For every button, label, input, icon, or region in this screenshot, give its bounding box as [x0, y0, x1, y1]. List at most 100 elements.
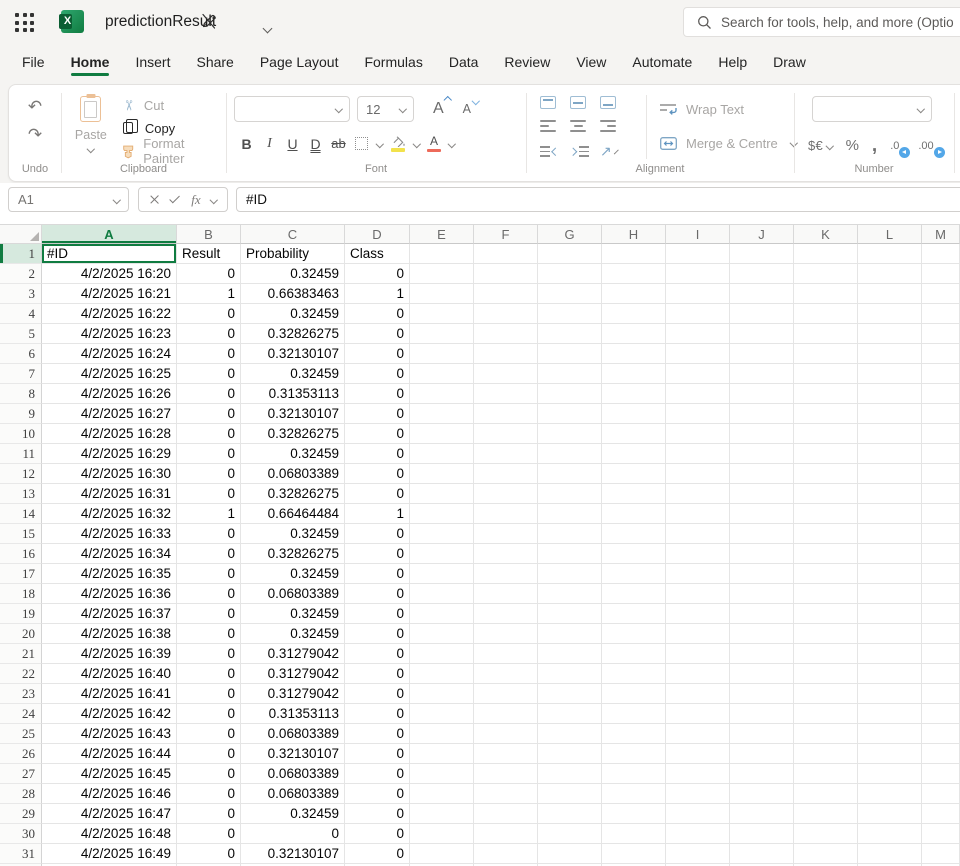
text-orientation-button[interactable]: ↗ — [600, 143, 616, 160]
cell-C16[interactable]: 0.32826275 — [241, 544, 345, 564]
cell-B3[interactable]: 1 — [177, 284, 241, 304]
cut-button[interactable]: ✂ Cut — [121, 97, 226, 113]
cell-M8[interactable] — [922, 384, 960, 404]
decrease-font-size-button[interactable]: A — [463, 100, 471, 118]
cell-M4[interactable] — [922, 304, 960, 324]
cell-I16[interactable] — [666, 544, 730, 564]
cell-K20[interactable] — [794, 624, 858, 644]
cell-A11[interactable]: 4/2/2025 16:29 — [42, 444, 177, 464]
cell-I6[interactable] — [666, 344, 730, 364]
row-number-18[interactable]: 18 — [0, 584, 42, 604]
cell-E15[interactable] — [410, 524, 474, 544]
cell-E10[interactable] — [410, 424, 474, 444]
select-all-corner[interactable] — [0, 224, 42, 244]
cell-L28[interactable] — [858, 784, 922, 804]
cell-E31[interactable] — [410, 844, 474, 864]
cell-C2[interactable]: 0.32459 — [241, 264, 345, 284]
cell-H28[interactable] — [602, 784, 666, 804]
cell-H25[interactable] — [602, 724, 666, 744]
cell-J3[interactable] — [730, 284, 794, 304]
cell-B12[interactable]: 0 — [177, 464, 241, 484]
align-bottom-button[interactable] — [600, 96, 616, 109]
cell-L27[interactable] — [858, 764, 922, 784]
cell-I28[interactable] — [666, 784, 730, 804]
cell-G29[interactable] — [538, 804, 602, 824]
cell-M20[interactable] — [922, 624, 960, 644]
cell-M16[interactable] — [922, 544, 960, 564]
cell-C3[interactable]: 0.66383463 — [241, 284, 345, 304]
cell-F6[interactable] — [474, 344, 538, 364]
cell-B17[interactable]: 0 — [177, 564, 241, 584]
cell-J30[interactable] — [730, 824, 794, 844]
cell-J26[interactable] — [730, 744, 794, 764]
cell-K16[interactable] — [794, 544, 858, 564]
row-number-26[interactable]: 26 — [0, 744, 42, 764]
row-number-24[interactable]: 24 — [0, 704, 42, 724]
cell-M13[interactable] — [922, 484, 960, 504]
cell-D9[interactable]: 0 — [345, 404, 410, 424]
cell-J18[interactable] — [730, 584, 794, 604]
cell-H16[interactable] — [602, 544, 666, 564]
row-number-15[interactable]: 15 — [0, 524, 42, 544]
cell-J11[interactable] — [730, 444, 794, 464]
cell-E5[interactable] — [410, 324, 474, 344]
cell-E12[interactable] — [410, 464, 474, 484]
cell-K14[interactable] — [794, 504, 858, 524]
cell-H15[interactable] — [602, 524, 666, 544]
cell-B30[interactable]: 0 — [177, 824, 241, 844]
cell-F30[interactable] — [474, 824, 538, 844]
cell-M14[interactable] — [922, 504, 960, 524]
undo-button[interactable]: ↶ — [22, 94, 48, 120]
cell-M15[interactable] — [922, 524, 960, 544]
cell-D15[interactable]: 0 — [345, 524, 410, 544]
cell-H19[interactable] — [602, 604, 666, 624]
cell-J12[interactable] — [730, 464, 794, 484]
menu-file[interactable]: File — [9, 44, 58, 80]
cell-K6[interactable] — [794, 344, 858, 364]
cell-B16[interactable]: 0 — [177, 544, 241, 564]
cell-D7[interactable]: 0 — [345, 364, 410, 384]
cell-L4[interactable] — [858, 304, 922, 324]
cell-J25[interactable] — [730, 724, 794, 744]
row-number-31[interactable]: 31 — [0, 844, 42, 864]
cell-M31[interactable] — [922, 844, 960, 864]
menu-home[interactable]: Home — [58, 44, 123, 80]
cell-E24[interactable] — [410, 704, 474, 724]
row-number-11[interactable]: 11 — [0, 444, 42, 464]
cell-G20[interactable] — [538, 624, 602, 644]
redo-button[interactable]: ↷ — [22, 122, 48, 148]
cell-L24[interactable] — [858, 704, 922, 724]
cell-B31[interactable]: 0 — [177, 844, 241, 864]
cell-I2[interactable] — [666, 264, 730, 284]
cell-E2[interactable] — [410, 264, 474, 284]
cell-A31[interactable]: 4/2/2025 16:49 — [42, 844, 177, 864]
cell-I29[interactable] — [666, 804, 730, 824]
cell-L14[interactable] — [858, 504, 922, 524]
cell-A18[interactable]: 4/2/2025 16:36 — [42, 584, 177, 604]
cell-G7[interactable] — [538, 364, 602, 384]
fx-chevron-icon[interactable] — [210, 196, 218, 204]
cell-E25[interactable] — [410, 724, 474, 744]
cell-G2[interactable] — [538, 264, 602, 284]
cell-L21[interactable] — [858, 644, 922, 664]
cell-E27[interactable] — [410, 764, 474, 784]
cell-F22[interactable] — [474, 664, 538, 684]
cell-E9[interactable] — [410, 404, 474, 424]
column-header-H[interactable]: H — [602, 224, 666, 244]
cell-G26[interactable] — [538, 744, 602, 764]
cell-H21[interactable] — [602, 644, 666, 664]
cell-D1[interactable]: Class — [345, 244, 410, 264]
cell-F8[interactable] — [474, 384, 538, 404]
cell-D28[interactable]: 0 — [345, 784, 410, 804]
align-middle-button[interactable] — [570, 96, 586, 109]
cell-M10[interactable] — [922, 424, 960, 444]
cell-L9[interactable] — [858, 404, 922, 424]
cell-A12[interactable]: 4/2/2025 16:30 — [42, 464, 177, 484]
cell-J21[interactable] — [730, 644, 794, 664]
cell-E16[interactable] — [410, 544, 474, 564]
cell-J8[interactable] — [730, 384, 794, 404]
cell-L5[interactable] — [858, 324, 922, 344]
cell-C1[interactable]: Probability — [241, 244, 345, 264]
underline-button[interactable]: U — [285, 136, 300, 152]
cell-J1[interactable] — [730, 244, 794, 264]
